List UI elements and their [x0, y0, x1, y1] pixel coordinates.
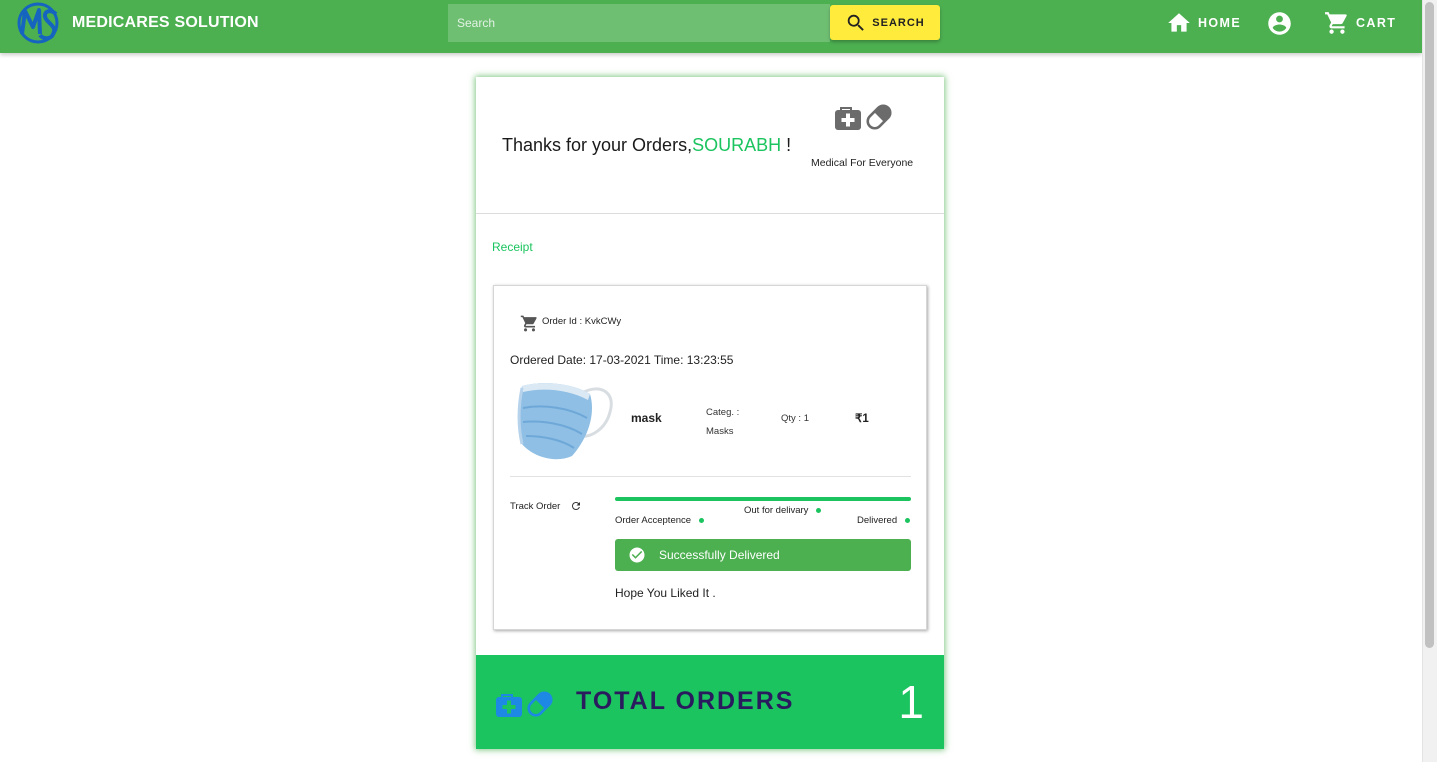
brand-logo-icon[interactable] — [16, 2, 60, 44]
search-button[interactable]: SEARCH — [830, 5, 940, 40]
search-input[interactable] — [448, 4, 830, 42]
step-out-for-delivery: Out for delivary — [744, 505, 822, 516]
pill-icon — [527, 691, 553, 717]
pill-icon — [866, 104, 892, 130]
order-id: Order Id : KvkCWy — [542, 316, 622, 327]
feedback-note: Hope You Liked It . — [615, 586, 716, 600]
medkit-pill-icon — [496, 691, 553, 717]
step-dot — [905, 518, 911, 523]
orders-header: Thanks for your Orders,SOURABH ! Medical… — [476, 77, 944, 214]
total-orders-label: TOTAL ORDERS — [576, 687, 795, 715]
orders-card: Thanks for your Orders,SOURABH ! Medical… — [476, 77, 944, 749]
order-cart-icon — [520, 315, 537, 332]
tagline: Medical For Everyone — [811, 157, 914, 169]
delivery-status-text: Successfully Delivered — [659, 548, 780, 562]
home-button[interactable]: HOME — [1166, 8, 1241, 38]
thanks-prefix: Thanks for your Orders, — [502, 135, 693, 155]
check-circle-icon — [629, 547, 645, 563]
search-button-label: SEARCH — [872, 16, 925, 29]
step-label: Out for delivary — [744, 505, 809, 516]
cart-button[interactable]: CART — [1324, 8, 1396, 38]
scrollbar-thumb[interactable] — [1425, 2, 1434, 648]
tracking-progress-bar — [615, 497, 911, 501]
medkit-icon — [496, 694, 522, 717]
step-order-acceptance: Order Acceptence — [615, 515, 705, 526]
brand-name[interactable]: MEDICARES SOLUTION — [72, 14, 259, 32]
account-circle-icon — [1268, 11, 1291, 35]
account-button[interactable] — [1266, 8, 1293, 38]
search-icon — [848, 14, 865, 31]
refresh-icon[interactable] — [570, 500, 582, 512]
cart-icon — [1325, 12, 1347, 34]
app-bar: MEDICARES SOLUTION SEARCH HOME CART — [0, 0, 1422, 53]
product-quantity: Qty : 1 — [781, 413, 809, 424]
product-name: mask — [631, 411, 662, 425]
step-delivered: Delivered — [857, 515, 911, 526]
step-dot — [699, 518, 705, 523]
track-order-label: Track Order — [510, 501, 561, 512]
step-label: Order Acceptence — [615, 515, 692, 526]
user-name: SOURABH — [692, 135, 782, 155]
receipt-title: Receipt — [492, 240, 533, 254]
thanks-heading: Thanks for your Orders,SOURABH ! — [502, 135, 791, 156]
home-icon — [1168, 13, 1190, 32]
step-label: Delivered — [857, 515, 898, 526]
ordered-date: Ordered Date: 17-03-2021 Time: 13:23:55 — [510, 353, 734, 367]
medkit-icon — [835, 107, 861, 130]
total-orders-count: 1 — [898, 676, 924, 728]
delivery-status-banner: Successfully Delivered — [615, 539, 911, 571]
receipt-card: Order Id : KvkCWy Ordered Date: 17-03-20… — [493, 285, 927, 630]
product-category: Categ. : Masks — [706, 407, 740, 437]
medkit-pill-icon — [835, 104, 892, 130]
thanks-suffix: ! — [781, 135, 792, 155]
step-dot — [816, 508, 822, 513]
cart-label: CART — [1356, 16, 1397, 30]
total-orders-bar: TOTAL ORDERS 1 — [476, 655, 944, 749]
product-price: ₹1 — [855, 413, 869, 425]
item-divider — [510, 476, 911, 477]
home-label: HOME — [1198, 16, 1242, 30]
mask-product-image — [517, 383, 613, 460]
